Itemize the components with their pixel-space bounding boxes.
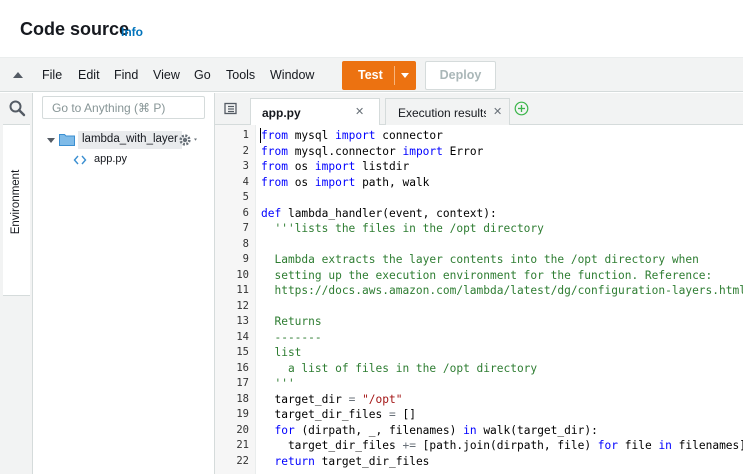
- add-tab-icon[interactable]: [514, 101, 529, 116]
- folder-icon: [59, 134, 75, 146]
- left-panel-strip: Environment: [0, 93, 33, 474]
- tab-label: app.py: [262, 106, 301, 120]
- ide-menubar: File Edit Find View Go Tools Window Test…: [0, 58, 743, 92]
- tab-label: Execution results: [398, 106, 486, 120]
- test-dropdown-caret-icon[interactable]: [401, 73, 409, 78]
- page-title: Code source: [20, 19, 130, 39]
- code-line[interactable]: -------: [261, 330, 321, 346]
- line-number: 22: [236, 454, 249, 467]
- code-line[interactable]: target_dir_files += [path.join(dirpath, …: [261, 438, 743, 454]
- code-line[interactable]: Lambda extracts the layer contents into …: [261, 252, 698, 268]
- line-number: 21: [236, 439, 249, 451]
- menu-find[interactable]: Find: [114, 68, 138, 82]
- line-number: 19: [236, 408, 249, 420]
- line-number: 16: [236, 361, 249, 374]
- menu-view[interactable]: View: [153, 68, 180, 82]
- folder-label: lambda_with_layer: [78, 131, 182, 149]
- line-number: 1: [242, 129, 249, 141]
- file-tree-panel: Go to Anything (⌘ P) lambda_with_layer a…: [33, 93, 215, 474]
- line-number: 10: [236, 268, 249, 281]
- line-number: 18: [236, 392, 249, 405]
- tab-execution-results[interactable]: Execution results ✕: [385, 98, 510, 125]
- line-number: 15: [236, 346, 249, 358]
- line-number: 14: [236, 330, 249, 343]
- folder-expand-caret-icon[interactable]: [47, 138, 55, 143]
- collapse-panel-icon[interactable]: [13, 72, 23, 78]
- close-icon[interactable]: ✕: [355, 105, 364, 118]
- line-number: 4: [242, 175, 249, 188]
- test-button-label: Test: [358, 68, 383, 82]
- python-file-icon: [73, 155, 87, 165]
- code-line[interactable]: from os import path, walk: [261, 175, 429, 191]
- code-line[interactable]: Returns: [261, 314, 321, 330]
- menu-go[interactable]: Go: [194, 68, 211, 82]
- code-editor[interactable]: 1 2 3 4 5 6 7 8 9 10 11 12 13 14 15 16 17 18 19 20 21 22 from…: [215, 125, 743, 474]
- test-button[interactable]: Test: [342, 61, 416, 90]
- line-number: 11: [236, 284, 249, 296]
- line-number: 6: [242, 206, 249, 219]
- menu-tools[interactable]: Tools: [226, 68, 255, 82]
- goto-anything-input[interactable]: Go to Anything (⌘ P): [42, 96, 205, 119]
- code-line[interactable]: target_dir = "/opt": [261, 392, 402, 408]
- info-link[interactable]: Info: [121, 25, 143, 39]
- menu-window[interactable]: Window: [270, 68, 314, 82]
- gear-icon[interactable]: [178, 133, 200, 147]
- environment-tab-label: Environment: [10, 169, 22, 235]
- tab-list-icon[interactable]: [224, 102, 237, 115]
- code-line[interactable]: from mysql.connector import Error: [261, 144, 483, 160]
- line-number: 20: [236, 423, 249, 436]
- line-number: 12: [236, 299, 249, 312]
- line-number: 5: [242, 191, 249, 203]
- line-number: 7: [242, 222, 249, 234]
- close-icon[interactable]: ✕: [493, 105, 502, 118]
- line-number: 2: [242, 144, 249, 157]
- code-line[interactable]: from mysql import connector: [261, 128, 443, 144]
- code-line[interactable]: target_dir_files = []: [261, 407, 415, 423]
- code-line[interactable]: from os import listdir: [261, 159, 409, 175]
- line-number: 8: [242, 237, 249, 250]
- search-icon[interactable]: [8, 99, 26, 117]
- code-line[interactable]: a list of files in the /opt directory: [261, 361, 537, 377]
- environment-tab[interactable]: Environment: [3, 124, 30, 296]
- tab-app-py[interactable]: app.py ✕: [250, 98, 380, 125]
- menu-file[interactable]: File: [42, 68, 62, 82]
- menu-edit[interactable]: Edit: [78, 68, 100, 82]
- code-line[interactable]: def lambda_handler(event, context):: [261, 206, 497, 222]
- line-number: 9: [242, 253, 249, 265]
- line-number: 13: [236, 315, 249, 327]
- test-button-divider: [394, 66, 395, 85]
- code-line[interactable]: '''lists the files in the /opt directory: [261, 221, 543, 237]
- line-number: 3: [242, 160, 249, 172]
- line-number-gutter: 1 2 3 4 5 6 7 8 9 10 11 12 13 14 15 16 17 18 19 20 21 22: [215, 125, 256, 474]
- code-line[interactable]: for (dirpath, _, filenames) in walk(targ…: [261, 423, 597, 439]
- code-line[interactable]: return target_dir_files: [261, 454, 429, 470]
- editor-tab-bar: app.py ✕ Execution results ✕: [215, 93, 743, 125]
- code-line[interactable]: https://docs.aws.amazon.com/lambda/lates…: [261, 283, 743, 299]
- line-number: 17: [236, 377, 249, 389]
- code-line[interactable]: setting up the execution environment for…: [261, 268, 712, 284]
- deploy-button[interactable]: Deploy: [425, 61, 496, 90]
- code-source-header: Code source Info: [0, 0, 743, 58]
- file-label: app.py: [94, 153, 128, 165]
- code-line[interactable]: ''': [261, 376, 294, 392]
- code-line[interactable]: list: [261, 345, 301, 361]
